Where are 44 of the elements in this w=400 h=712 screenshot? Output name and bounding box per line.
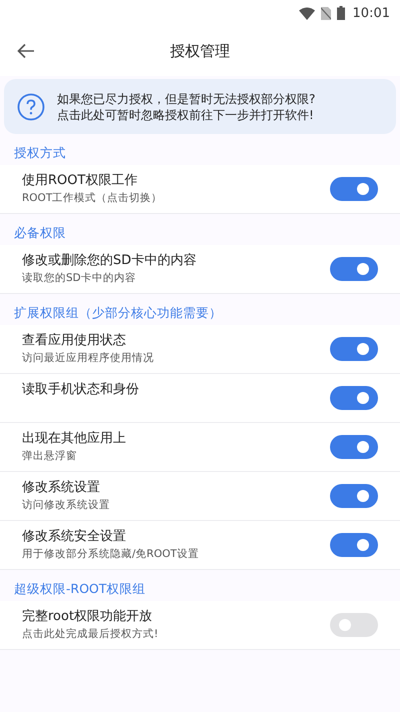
permission-row[interactable]: 修改系统安全设置 用于修改部分系统隐藏/免ROOT设置 — [0, 521, 400, 570]
permission-title: 使用ROOT权限工作 — [22, 172, 138, 190]
permission-description: ROOT工作模式（点击切换） — [22, 191, 162, 206]
permission-title: 修改系统设置 — [22, 479, 101, 497]
help-icon — [17, 92, 45, 120]
permission-title: 完整root权限功能开放 — [22, 608, 154, 626]
toggle-switch[interactable] — [330, 613, 378, 637]
permission-description: 访问修改系统设置 — [22, 498, 110, 513]
toggle-switch[interactable] — [330, 435, 378, 459]
permission-row[interactable]: 读取手机状态和身份 — [0, 374, 400, 423]
permission-description: 弹出悬浮窗 — [22, 449, 78, 464]
permission-description: 用于修改部分系统隐藏/免ROOT设置 — [22, 547, 199, 562]
toggle-switch[interactable] — [330, 484, 378, 508]
permission-row[interactable]: 查看应用使用状态 访问最近应用程序使用情况 — [0, 325, 400, 374]
permission-description: 访问最近应用程序使用情况 — [22, 351, 154, 366]
page-title: 授权管理 — [170, 42, 230, 60]
permission-title: 修改或删除您的SD卡中的内容 — [22, 252, 196, 270]
permission-title: 查看应用使用状态 — [22, 332, 127, 350]
permission-title: 读取手机状态和身份 — [22, 381, 139, 399]
permission-row[interactable]: 完整root权限功能开放 点击此处完成最后授权方式! — [0, 601, 400, 650]
permission-row[interactable]: 使用ROOT权限工作 ROOT工作模式（点击切换） — [0, 165, 400, 214]
section-header: 必备权限 — [13, 224, 67, 242]
toggle-switch[interactable] — [330, 386, 378, 410]
permission-title: 修改系统安全设置 — [22, 528, 127, 546]
toggle-switch[interactable] — [330, 257, 378, 281]
permission-title: 出现在其他应用上 — [22, 430, 126, 448]
toggle-switch[interactable] — [330, 533, 378, 557]
battery-icon — [336, 6, 345, 20]
notice-text: 如果您已尽力授权，但是暂时无法授权部分权限? 点击此处可暂时忽略授权前往下一步并打开软件! — [57, 90, 316, 122]
toggle-switch[interactable] — [330, 177, 378, 201]
wifi-icon — [298, 6, 315, 20]
clock-time: 10:01 — [352, 6, 390, 20]
permission-description: 读取您的SD卡中的内容 — [22, 271, 137, 286]
permission-row[interactable]: 修改或删除您的SD卡中的内容 读取您的SD卡中的内容 — [0, 245, 400, 294]
section-header: 授权方式 — [13, 144, 67, 162]
section-header: 超级权限-ROOT权限组 — [13, 580, 147, 598]
section-header: 扩展权限组（少部分核心功能需要） — [13, 304, 223, 322]
permission-description: 点击此处完成最后授权方式! — [22, 627, 158, 642]
toggle-switch[interactable] — [330, 337, 378, 361]
no-sim-icon — [320, 6, 331, 20]
back-arrow-icon[interactable] — [17, 43, 35, 59]
notice-banner[interactable]: 如果您已尽力授权，但是暂时无法授权部分权限? 点击此处可暂时忽略授权前往下一步并打开软件! — [4, 79, 396, 134]
permission-row[interactable]: 修改系统设置 访问修改系统设置 — [0, 472, 400, 521]
permission-row[interactable]: 出现在其他应用上 弹出悬浮窗 — [0, 423, 400, 472]
